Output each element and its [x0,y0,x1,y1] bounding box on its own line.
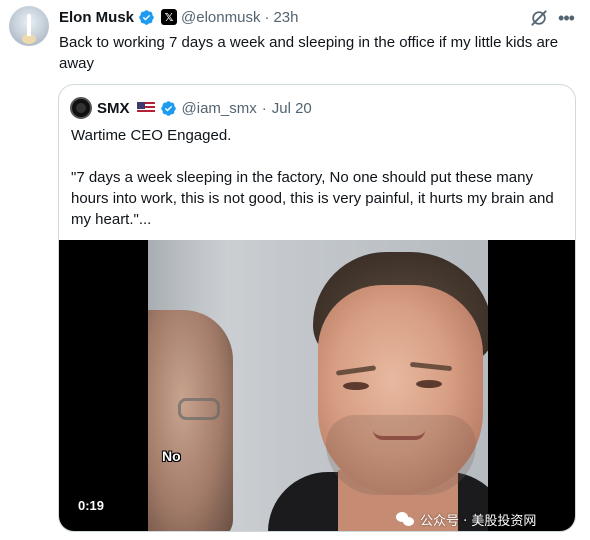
tweet-timestamp[interactable]: 23h [273,9,298,26]
x-affiliate-badge: 𝕏 [161,9,178,25]
video-player[interactable]: No 0:19 [59,240,575,531]
author-name[interactable]: Elon Musk [59,9,134,26]
tweet-text: Back to working 7 days a week and sleepi… [59,34,559,72]
quoted-author-name[interactable]: SMX [97,100,130,117]
more-icon[interactable]: ••• [556,9,576,29]
watermark-text: 公众号 · 美股投资网 [420,513,537,529]
header-separator: · [264,8,270,26]
verified-badge-icon [160,100,176,116]
watermark: 公众号 · 美股投资网 [396,508,536,530]
author-handle[interactable]: @elonmusk [181,9,260,26]
verified-badge-icon [139,9,154,25]
quoted-header-separator: · [261,99,267,117]
us-flag-icon [136,102,155,114]
quoted-tweet-timestamp[interactable]: Jul 20 [272,100,312,117]
quoted-tweet-header: SMX @iam_smx · Jul 20 [70,97,312,119]
quoted-tweet-text: Wartime CEO Engaged. "7 days a week slee… [71,127,554,228]
tweet-header: Elon Musk 𝕏 @elonmusk · 23h [59,7,298,27]
tweet[interactable]: Elon Musk 𝕏 @elonmusk · 23h ••• Back to … [0,0,590,540]
video-duration: 0:19 [78,498,105,513]
quoted-author-handle[interactable]: @iam_smx [182,100,257,117]
author-avatar[interactable] [9,6,49,46]
wechat-icon [396,511,414,527]
video-frame [148,240,488,531]
quoted-author-avatar[interactable] [70,97,92,119]
grok-icon[interactable] [529,8,549,28]
quoted-tweet[interactable]: SMX @iam_smx · Jul 20 Wartime CEO Engage… [58,84,576,532]
video-subtitle: No [162,448,181,464]
